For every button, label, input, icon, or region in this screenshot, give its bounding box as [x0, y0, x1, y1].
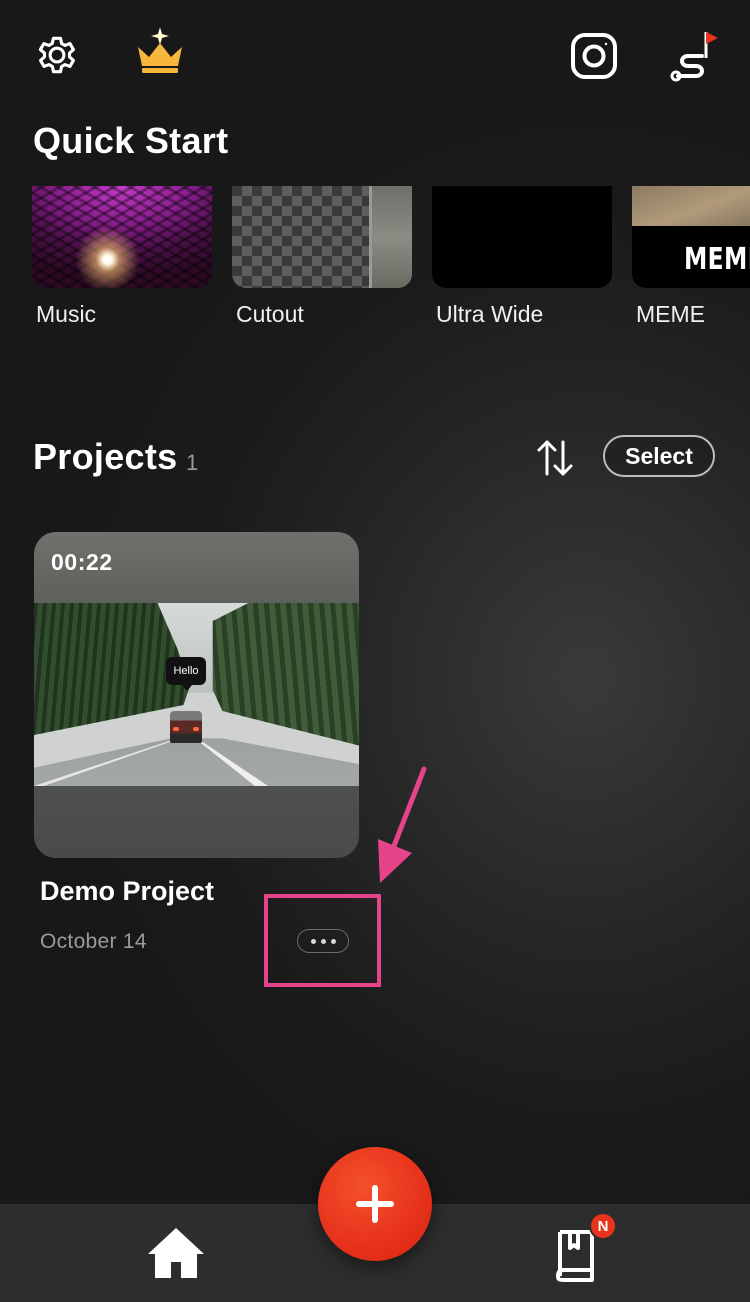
new-project-button[interactable]	[318, 1147, 432, 1261]
roadmap-flag-icon[interactable]	[668, 28, 720, 82]
home-icon[interactable]	[146, 1226, 206, 1280]
annotation-arrow	[378, 766, 427, 883]
crown-icon[interactable]	[134, 25, 186, 75]
instagram-icon[interactable]	[570, 32, 618, 80]
car-image	[170, 711, 202, 743]
project-thumbnail: Hello	[34, 603, 359, 786]
ellipsis-icon	[310, 938, 316, 944]
project-card[interactable]: 00:22 Hello	[34, 532, 359, 858]
notification-badge: N	[589, 1212, 617, 1240]
meme-thumbnail-text: MEME	[684, 242, 750, 277]
meme-thumbnail: MEME	[632, 186, 750, 288]
text-overlay-bubble: Hello	[166, 657, 206, 691]
quick-start-item-cutout[interactable]: Cutout	[232, 186, 412, 327]
project-date: October 14	[40, 930, 147, 953]
quick-start-carousel[interactable]: Music Cutout Ultra Wide MEME MEME	[32, 186, 750, 346]
projects-count: 1	[186, 450, 199, 475]
ultra-wide-thumbnail	[432, 186, 612, 288]
more-options-button[interactable]	[297, 929, 349, 953]
quick-start-item-meme[interactable]: MEME MEME	[632, 186, 750, 327]
projects-title: Projects	[33, 436, 178, 477]
select-button[interactable]: Select	[603, 435, 715, 477]
quick-start-label: Cutout	[236, 301, 304, 327]
music-thumbnail	[32, 186, 212, 288]
quick-start-item-ultra-wide[interactable]: Ultra Wide	[432, 186, 612, 327]
quick-start-label: Ultra Wide	[436, 301, 544, 327]
top-bar	[0, 0, 750, 110]
project-duration: 00:22	[51, 549, 113, 575]
quick-start-title: Quick Start	[33, 120, 229, 161]
project-name: Demo Project	[40, 876, 215, 906]
cutout-thumbnail	[232, 186, 412, 288]
quick-start-label: Music	[36, 301, 97, 327]
sort-icon[interactable]	[533, 438, 577, 478]
quick-start-label: MEME	[636, 301, 705, 327]
quick-start-item-music[interactable]: Music	[32, 186, 212, 327]
gear-icon[interactable]	[32, 30, 82, 80]
